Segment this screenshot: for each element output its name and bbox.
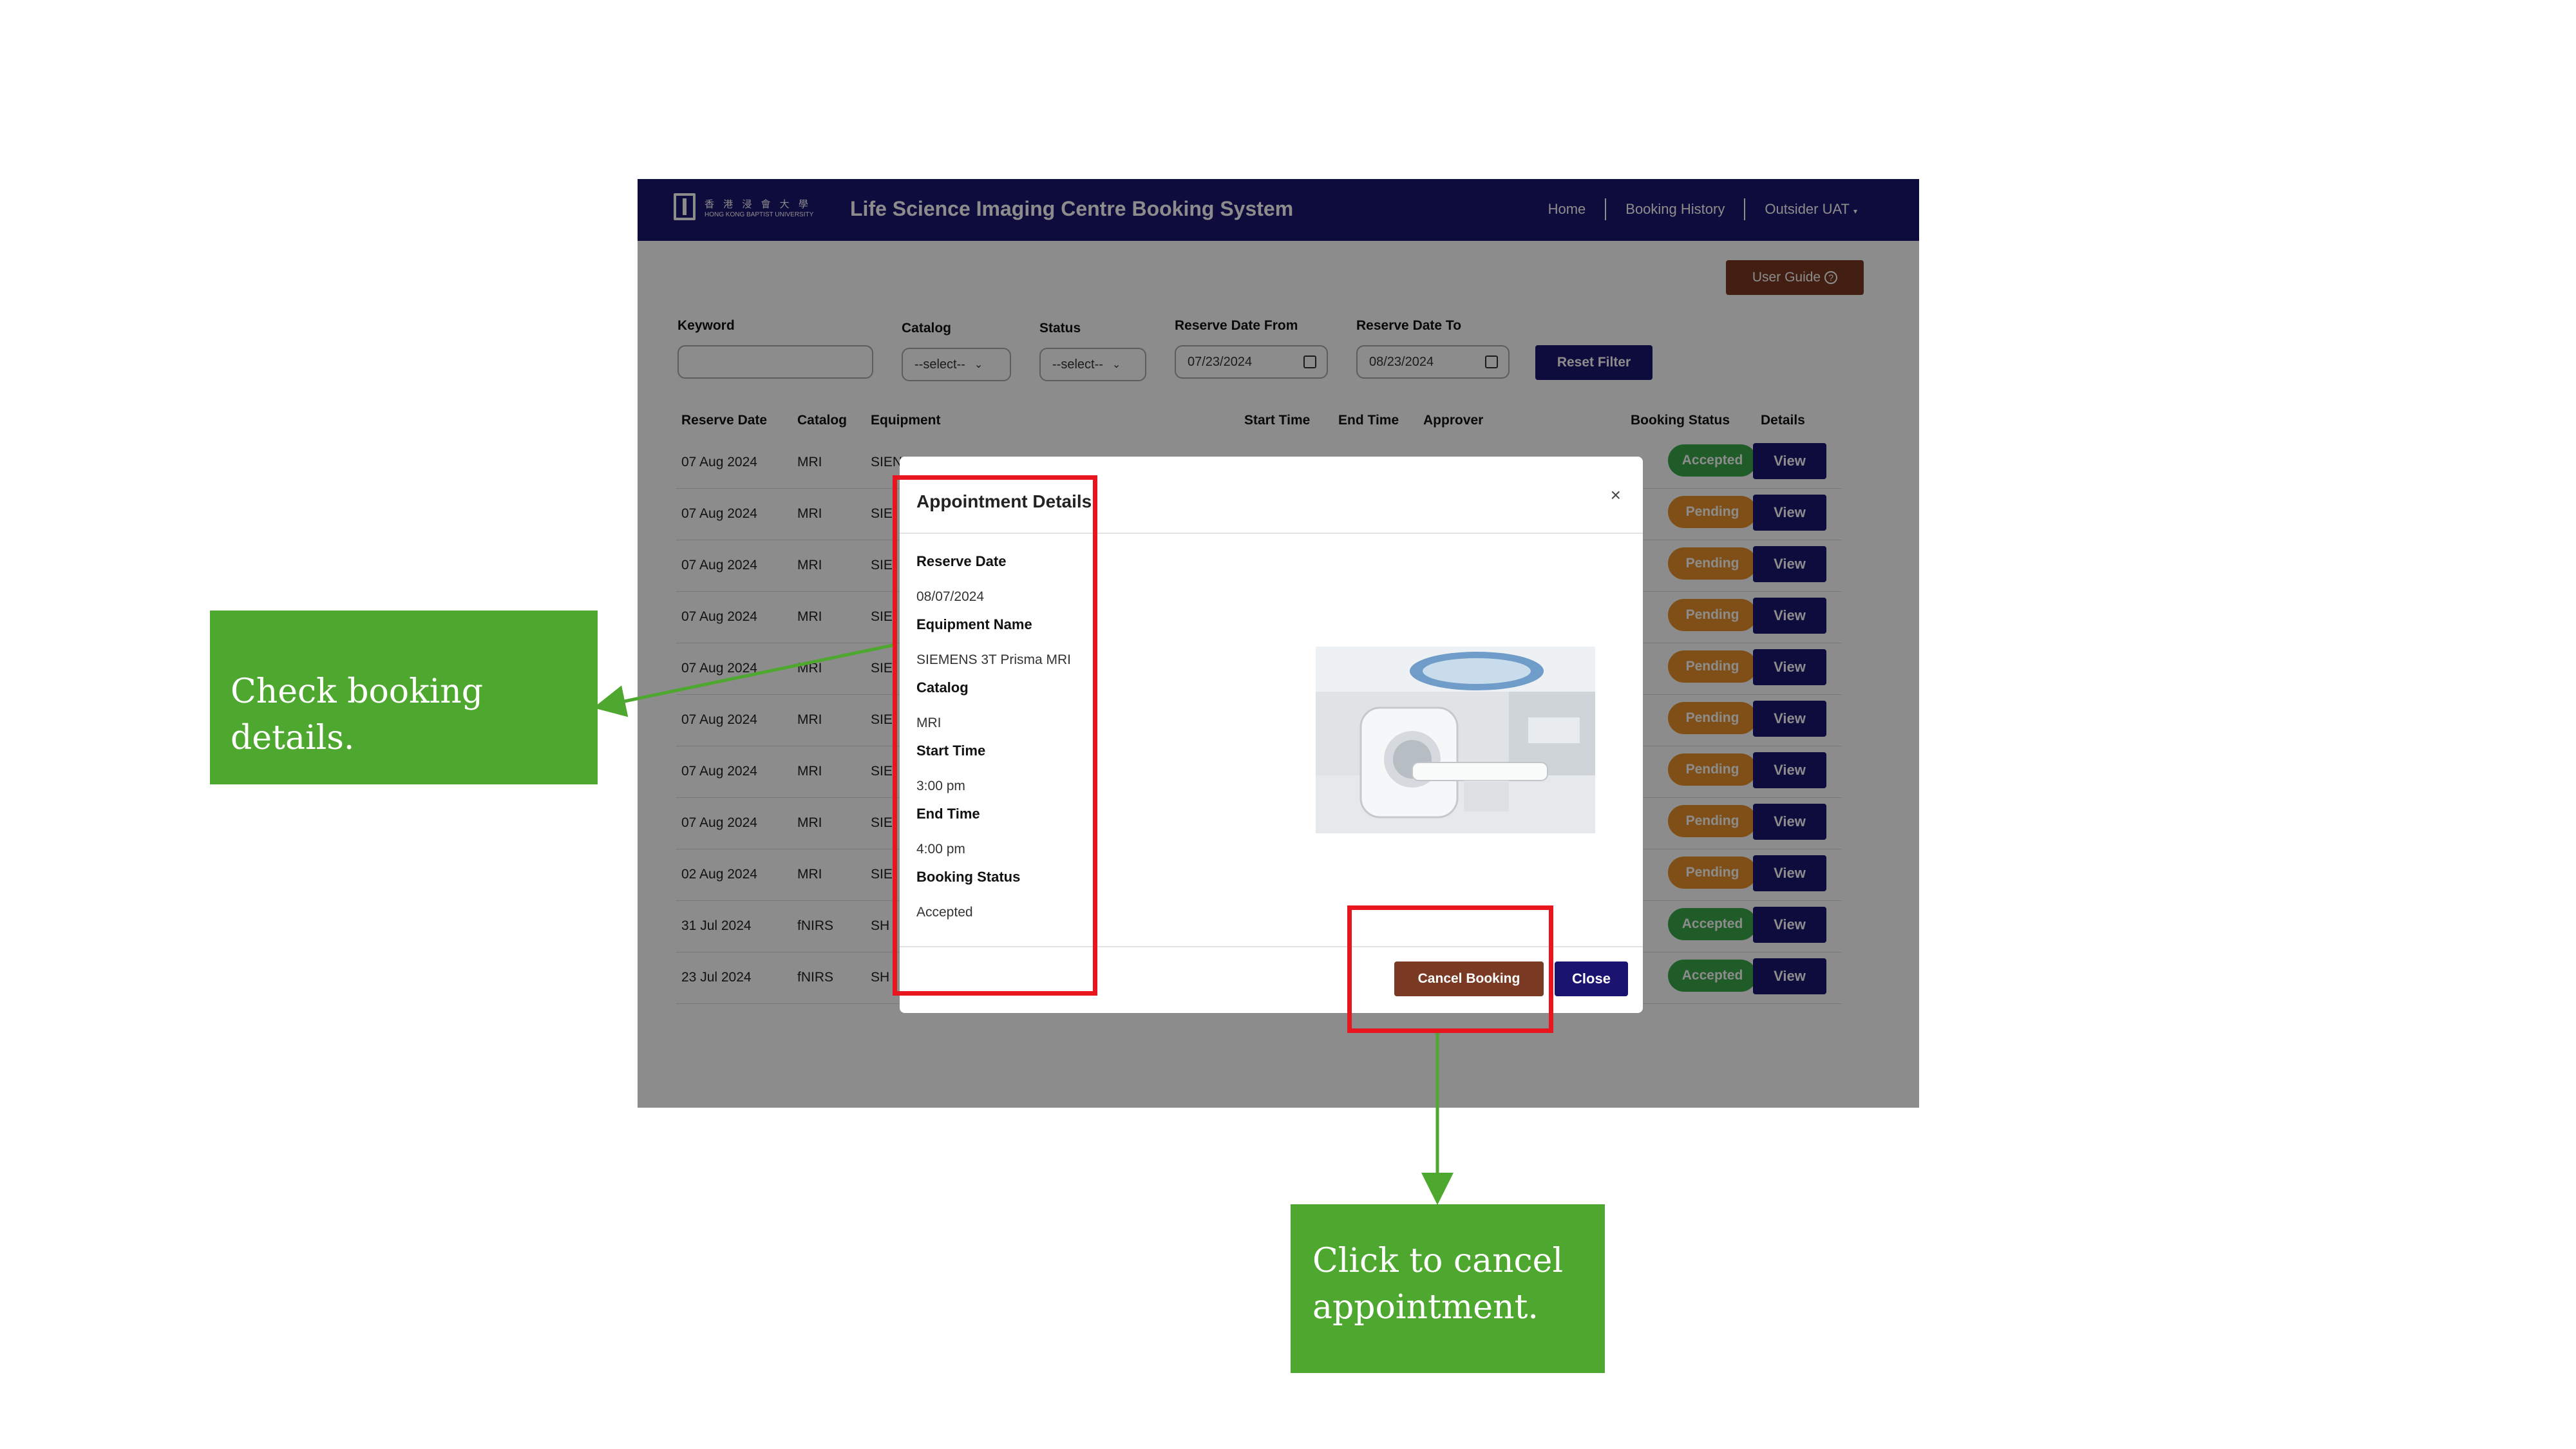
equipment-photo bbox=[1316, 647, 1595, 833]
booking-app-screenshot: 香 港 浸 會 大 學 HONG KONG BAPTIST UNIVERSITY… bbox=[638, 179, 1919, 1108]
mri-room-illustration bbox=[1316, 647, 1595, 833]
details-highlight-box bbox=[893, 475, 1097, 996]
close-button[interactable]: Close bbox=[1555, 961, 1628, 996]
cancel-callout-line-1: Click to cancel bbox=[1312, 1242, 1564, 1280]
cancel-appointment-callout: Click to cancel appointment. bbox=[1291, 1204, 1605, 1373]
check-details-text: Check booking details. bbox=[231, 672, 484, 757]
cancel-callout-line-2: appointment. bbox=[1312, 1288, 1539, 1327]
cancel-highlight-box bbox=[1347, 905, 1553, 1033]
close-icon[interactable]: × bbox=[1611, 485, 1621, 506]
check-details-callout: Check booking details. bbox=[210, 611, 598, 784]
